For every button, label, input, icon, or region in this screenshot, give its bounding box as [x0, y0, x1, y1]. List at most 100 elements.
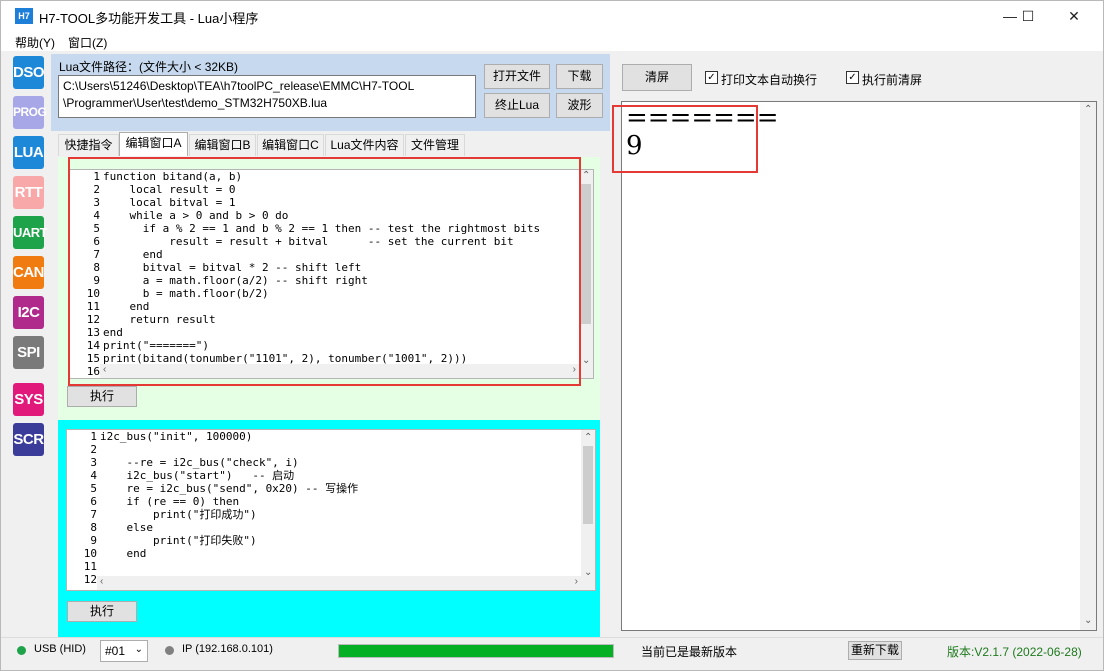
clear-before-run-checkbox[interactable]: ✓ [846, 71, 859, 84]
tab-lua-file-content[interactable]: Lua文件内容 [325, 134, 404, 156]
waveform-button[interactable]: 波形 [556, 93, 603, 118]
ip-status-icon [165, 646, 174, 655]
lua-panel: Lua文件路径：(文件大小 < 32KB) C:\Users\51246\Des… [51, 54, 610, 637]
lua-path-field[interactable]: C:\Users\51246\Desktop\TEA\h7toolPC_rele… [58, 75, 476, 118]
window-title: H7-TOOL多功能开发工具 - Lua小程序 [39, 11, 259, 26]
scroll-right-icon[interactable]: › [575, 576, 578, 587]
uart-button[interactable]: UART [13, 216, 48, 249]
lua-button[interactable]: LUA [13, 136, 44, 169]
app-window: H7 H7-TOOL多功能开发工具 - Lua小程序 — ☐ ✕ 帮助(Y) 窗… [0, 0, 1104, 671]
line-number: 12 [83, 573, 97, 586]
stop-lua-button[interactable]: 终止Lua [484, 93, 550, 118]
code-line: i2c_bus("start") -- 启动 [100, 469, 295, 482]
path-label: Lua文件路径：(文件大小 < 32KB) [59, 60, 239, 74]
maximize-button[interactable]: ☐ [1005, 1, 1051, 31]
line-number: 5 [90, 482, 97, 495]
title-bar: H7 H7-TOOL多功能开发工具 - Lua小程序 — ☐ ✕ [1, 1, 1103, 31]
scroll-up-icon[interactable]: ⌃ [1084, 104, 1092, 115]
path-line-1: C:\Users\51246\Desktop\TEA\h7toolPC_rele… [63, 79, 415, 93]
line-numbers: 1 2 3 4 5 6 7 8 9 10 11 12 [67, 430, 97, 586]
code-line: i2c_bus("init", 100000) [100, 430, 253, 443]
close-button[interactable]: ✕ [1051, 1, 1097, 31]
line-number: 6 [90, 495, 97, 508]
download-button[interactable]: 下载 [556, 64, 603, 89]
line-number: 4 [90, 469, 97, 482]
download-progress-bar [338, 644, 614, 658]
tab-file-manager[interactable]: 文件管理 [405, 134, 465, 156]
can-button[interactable]: CAN [13, 256, 45, 289]
vertical-scrollbar[interactable]: ⌃ ⌄ [579, 170, 593, 378]
menu-help[interactable]: 帮助(Y) [15, 34, 55, 51]
version-message: 当前已是最新版本 [641, 645, 738, 659]
highlight-box [612, 105, 758, 173]
rtt-button[interactable]: RTT [13, 176, 44, 209]
scr-button[interactable]: SCR [13, 423, 44, 456]
scroll-down-icon[interactable]: ⌄ [582, 355, 590, 366]
auto-wrap-checkbox[interactable]: ✓ [705, 71, 718, 84]
line-number: 1 [90, 430, 97, 443]
vertical-scrollbar[interactable]: ⌃ ⌄ [1080, 102, 1096, 630]
code-text: i2c_bus("init", 100000) --re = i2c_bus("… [100, 430, 358, 586]
code-line: print("打印失败") [100, 534, 257, 547]
tool-sidebar: DSO PROG LUA RTT UART CAN I2C SPI SYS SC… [9, 54, 49, 634]
device-select-value: #01 [105, 644, 126, 658]
sys-button[interactable]: SYS [13, 383, 44, 416]
code-line: print("打印成功") [100, 508, 257, 521]
usb-label: USB (HID) [34, 643, 86, 655]
line-number: 10 [83, 547, 97, 560]
scroll-down-icon[interactable]: ⌄ [1084, 615, 1092, 626]
highlight-box [68, 157, 581, 386]
tab-editor-a[interactable]: 编辑窗口A [119, 132, 188, 156]
line-number: 3 [90, 456, 97, 469]
code-line: re = i2c_bus("send", 0x20) -- 写操作 [100, 482, 359, 495]
path-line-2: \Programmer\User\test\demo_STM32H750XB.l… [63, 96, 328, 110]
scroll-thumb[interactable] [583, 446, 593, 524]
run-button-a[interactable]: 执行 [67, 386, 137, 407]
device-select[interactable]: #01 ⌄ [100, 640, 148, 662]
line-number: 7 [90, 508, 97, 521]
clear-screen-button[interactable]: 清屏 [622, 64, 692, 91]
ip-label: IP (192.168.0.101) [182, 643, 273, 655]
lua-file-header: Lua文件路径：(文件大小 < 32KB) C:\Users\51246\Des… [51, 54, 610, 131]
line-number: 9 [90, 534, 97, 547]
scroll-up-icon[interactable]: ⌃ [584, 432, 592, 443]
spi-button[interactable]: SPI [13, 336, 44, 369]
scroll-down-icon[interactable]: ⌄ [584, 567, 592, 578]
output-panel: 清屏 ✓ 打印文本自动换行 ✓ 执行前清屏 ======= 9 ⌃ ⌄ [612, 54, 1099, 637]
usb-status-icon [17, 646, 26, 655]
chevron-down-icon: ⌄ [134, 644, 143, 655]
tab-quick-commands[interactable]: 快捷指令 [58, 134, 119, 156]
code-editor-b[interactable]: 1 2 3 4 5 6 7 8 9 10 11 12 i2c_bus("init", 100000) … [66, 429, 596, 591]
scroll-thumb[interactable] [581, 184, 591, 324]
vertical-scrollbar[interactable]: ⌃ ⌄ [581, 430, 595, 590]
redownload-button[interactable]: 重新下载 [848, 641, 902, 660]
status-bar: USB (HID) #01 ⌄ IP (192.168.0.101) 当前已是最… [1, 637, 1103, 662]
code-line: if (re == 0) then [100, 495, 240, 508]
menu-bar: 帮助(Y) 窗口(Z) [1, 31, 1103, 51]
auto-wrap-label: 打印文本自动换行 [721, 73, 818, 87]
open-file-button[interactable]: 打开文件 [484, 64, 550, 89]
app-icon: H7 [15, 8, 33, 24]
i2c-button[interactable]: I2C [13, 296, 44, 329]
tab-editor-c[interactable]: 编辑窗口C [257, 134, 324, 156]
code-line: end [100, 547, 147, 560]
dso-button[interactable]: DSO [13, 56, 45, 89]
menu-window[interactable]: 窗口(Z) [68, 34, 107, 51]
run-button-b[interactable]: 执行 [67, 601, 137, 622]
line-number: 2 [90, 443, 97, 456]
version-label: 版本:V2.1.7 (2022-06-28) [947, 645, 1082, 659]
tab-editor-b[interactable]: 编辑窗口B [189, 134, 256, 156]
output-console[interactable]: ======= 9 ⌃ ⌄ [621, 101, 1097, 631]
line-number: 8 [90, 521, 97, 534]
prog-button[interactable]: PROG [13, 96, 47, 129]
horizontal-scrollbar[interactable]: ‹ › [97, 576, 581, 590]
scroll-left-icon[interactable]: ‹ [100, 576, 103, 587]
code-line: --re = i2c_bus("check", i) [100, 456, 299, 469]
line-number: 11 [83, 560, 97, 573]
code-line: else [100, 521, 153, 534]
clear-before-run-label: 执行前清屏 [862, 73, 923, 87]
scroll-up-icon[interactable]: ⌃ [582, 170, 590, 181]
editor-b-area: 1 2 3 4 5 6 7 8 9 10 11 12 i2c_bus("init", 100000) … [58, 420, 600, 637]
